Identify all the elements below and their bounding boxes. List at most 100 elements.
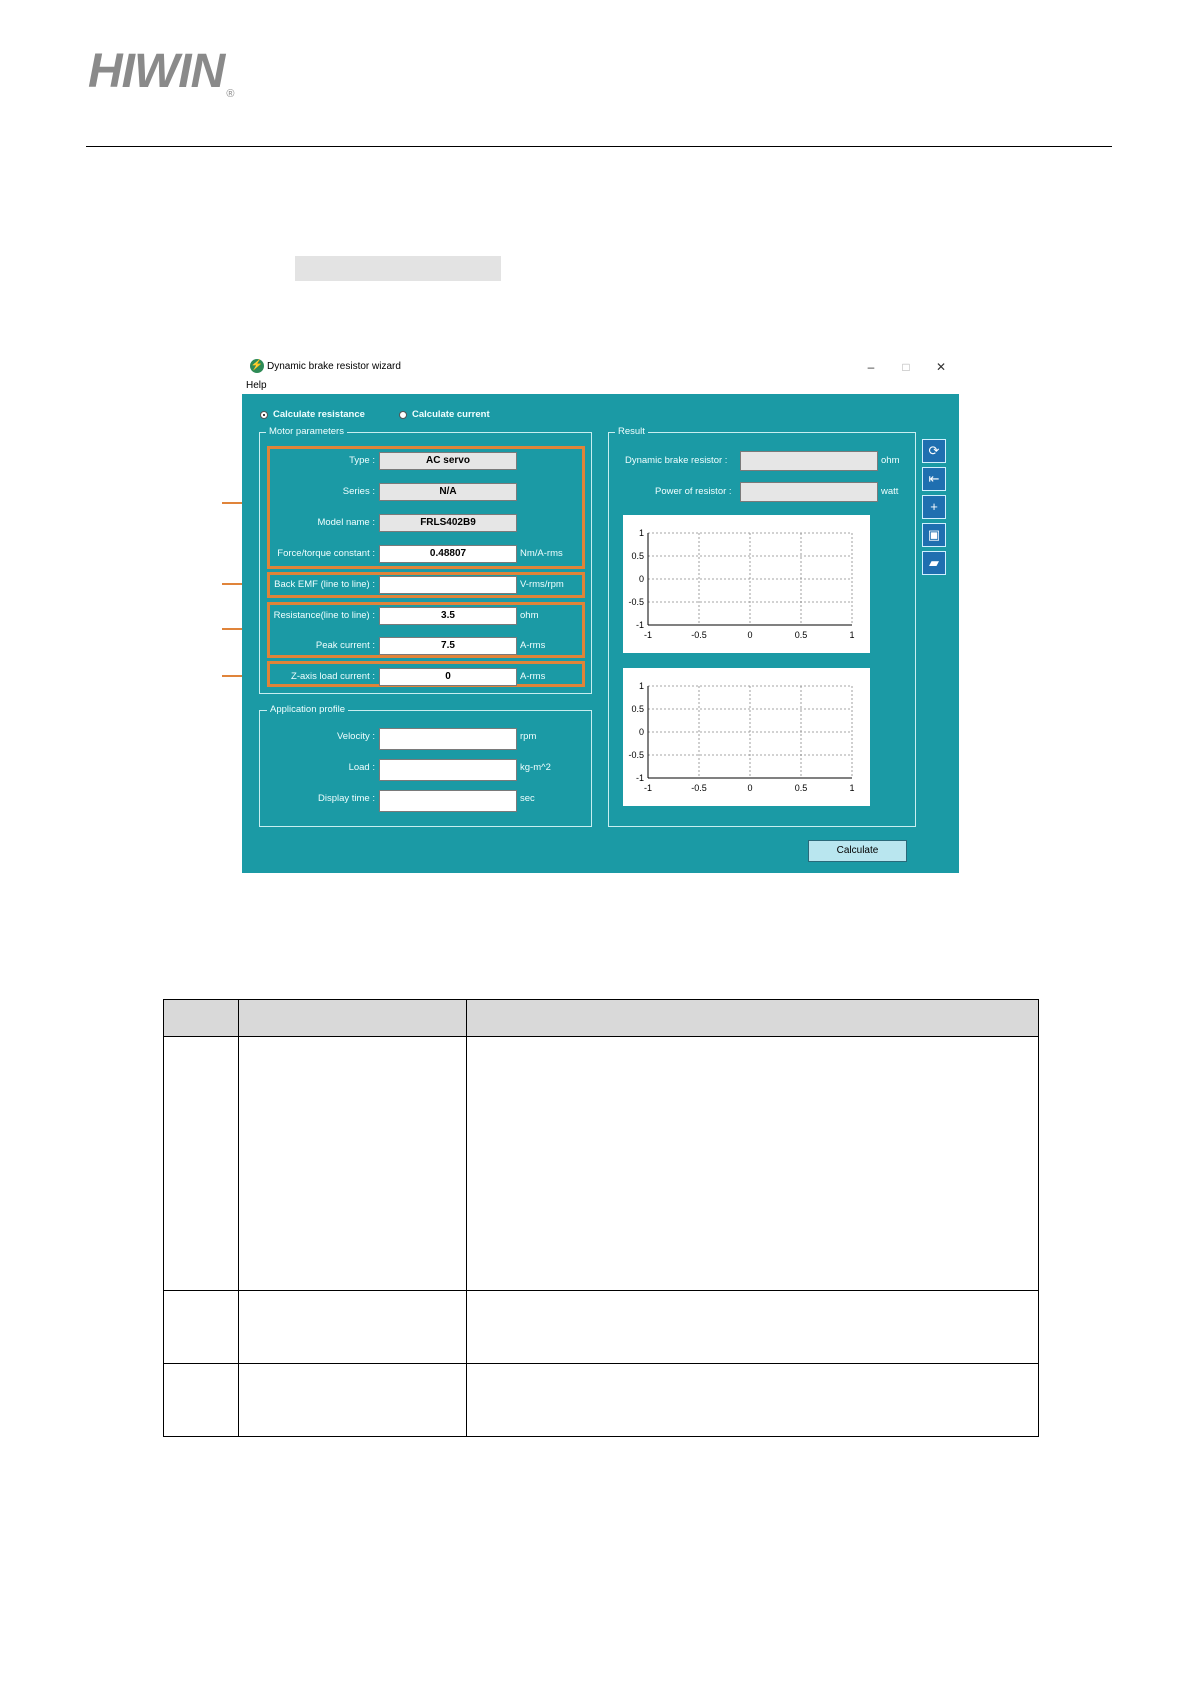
load-unit: kg-m^2 <box>520 762 551 773</box>
display-time-unit: sec <box>520 793 535 804</box>
series-field[interactable]: N/A <box>379 483 517 501</box>
close-button[interactable]: ✕ <box>926 358 956 376</box>
table-cell <box>163 1036 239 1291</box>
y-tick-label: -1 <box>636 773 644 783</box>
minimize-button[interactable]: – <box>856 358 886 376</box>
hiwin-logo: HIWIN ® <box>88 45 234 100</box>
maximize-button[interactable]: □ <box>891 358 921 376</box>
peak-current-field[interactable]: 7.5 <box>379 637 517 655</box>
resistance-label: Resistance(line to line) : <box>273 610 375 621</box>
power-of-resistor-unit: watt <box>881 486 899 497</box>
z-axis-load-current-field[interactable]: 0 <box>379 668 517 686</box>
dynamic-brake-resistor-label: Dynamic brake resistor : <box>625 455 728 466</box>
redacted-bar <box>295 256 501 281</box>
load-input[interactable] <box>379 759 517 781</box>
dynamic-brake-resistor-unit: ohm <box>881 455 900 466</box>
series-label: Series : <box>342 486 375 497</box>
z-axis-load-current-label: Z-axis load current : <box>291 671 375 682</box>
table-cell <box>163 1290 239 1364</box>
table-header-cell <box>238 999 467 1037</box>
table-cell <box>238 1290 467 1364</box>
type-field[interactable]: AC servo <box>379 452 517 470</box>
x-tick-label: 0.5 <box>795 783 808 793</box>
open-folder-icon[interactable]: ▰ <box>922 551 946 575</box>
y-tick-label: 0 <box>639 727 644 737</box>
y-tick-label: 1 <box>639 528 644 538</box>
add-icon[interactable]: + <box>922 495 946 519</box>
x-tick-label: -0.5 <box>691 783 707 793</box>
peak-current-unit: A-rms <box>520 640 546 651</box>
table-cell <box>238 1363 467 1437</box>
x-tick-label: 0.5 <box>795 630 808 640</box>
table-row <box>163 1036 1039 1291</box>
import-icon[interactable]: ⇤ <box>922 467 946 491</box>
y-tick-label: -0.5 <box>628 750 644 760</box>
back-emf-field[interactable] <box>379 576 517 594</box>
save-icon[interactable]: ▣ <box>922 523 946 547</box>
window-title: Dynamic brake resistor wizard <box>267 361 401 372</box>
app-icon: ⚡ <box>250 359 264 373</box>
radio-label-current: Calculate current <box>412 409 490 420</box>
load-label: Load : <box>348 762 375 773</box>
radio-calculate-resistance[interactable] <box>260 411 268 419</box>
x-tick-label: 1 <box>849 783 854 793</box>
result-plot-1: -1 -0.5 0 0.5 1 1 0.5 0 -0.5 -1 <box>623 515 870 653</box>
peak-current-label: Peak current : <box>315 640 375 651</box>
table-header-cell <box>466 999 1039 1037</box>
model-name-label: Model name : <box>317 517 375 528</box>
calculate-button[interactable]: Calculate <box>808 840 907 862</box>
x-tick-label: -0.5 <box>691 630 707 640</box>
power-of-resistor-label: Power of resistor : <box>655 486 732 497</box>
velocity-input[interactable] <box>379 728 517 750</box>
y-tick-label: -1 <box>636 620 644 630</box>
back-emf-label: Back EMF (line to line) : <box>274 579 375 590</box>
model-name-field[interactable]: FRLS402B9 <box>379 514 517 532</box>
velocity-label: Velocity : <box>336 731 375 742</box>
radio-label-resistance: Calculate resistance <box>273 409 365 420</box>
z-axis-load-current-unit: A-rms <box>520 671 546 682</box>
table-header-row <box>163 999 1039 1037</box>
velocity-unit: rpm <box>520 731 537 742</box>
table-row <box>163 1363 1039 1437</box>
table-cell <box>163 1363 239 1437</box>
y-tick-label: 0.5 <box>631 551 644 561</box>
power-of-resistor-field[interactable] <box>740 482 878 502</box>
menu-item-help[interactable]: Help <box>246 380 267 391</box>
y-tick-label: 0 <box>639 574 644 584</box>
radio-calculate-current[interactable] <box>399 411 407 419</box>
display-time-label: Display time : <box>317 793 375 804</box>
y-tick-label: -0.5 <box>628 597 644 607</box>
table-cell <box>466 1363 1039 1437</box>
force-torque-constant-field[interactable]: 0.48807 <box>379 545 517 563</box>
table-row <box>163 1290 1039 1364</box>
motor-parameters-title: Motor parameters <box>266 426 347 437</box>
dynamic-brake-resistor-field[interactable] <box>740 451 878 471</box>
x-tick-label: 1 <box>849 630 854 640</box>
x-tick-label: 0 <box>747 630 752 640</box>
x-tick-label: 0 <box>747 783 752 793</box>
table-cell <box>466 1290 1039 1364</box>
result-title: Result <box>615 426 648 437</box>
y-tick-label: 0.5 <box>631 704 644 714</box>
force-torque-constant-unit: Nm/A-rms <box>520 548 563 559</box>
table-cell <box>238 1036 467 1291</box>
resistance-unit: ohm <box>520 610 539 621</box>
x-tick-label: -1 <box>644 783 652 793</box>
force-torque-constant-label: Force/torque constant : <box>277 548 375 559</box>
x-tick-label: -1 <box>644 630 652 640</box>
header-rule <box>86 146 1112 147</box>
back-emf-unit: V-rms/rpm <box>520 579 564 590</box>
table-header-cell <box>163 999 239 1037</box>
type-label: Type : <box>349 455 375 466</box>
app-window: ⚡ Dynamic brake resistor wizard – □ ✕ He… <box>242 356 959 873</box>
client-area: Calculate resistance Calculate current M… <box>242 394 959 873</box>
resistance-field[interactable]: 3.5 <box>379 607 517 625</box>
refresh-icon[interactable]: ⟳ <box>922 439 946 463</box>
result-plot-2: -1 -0.5 0 0.5 1 1 0.5 0 -0.5 -1 <box>623 668 870 806</box>
title-bar: ⚡ Dynamic brake resistor wizard – □ ✕ <box>242 356 959 378</box>
y-tick-label: 1 <box>639 681 644 691</box>
reference-table <box>163 999 1039 1437</box>
application-profile-title: Application profile <box>267 704 348 715</box>
table-cell <box>466 1036 1039 1291</box>
display-time-input[interactable] <box>379 790 517 812</box>
